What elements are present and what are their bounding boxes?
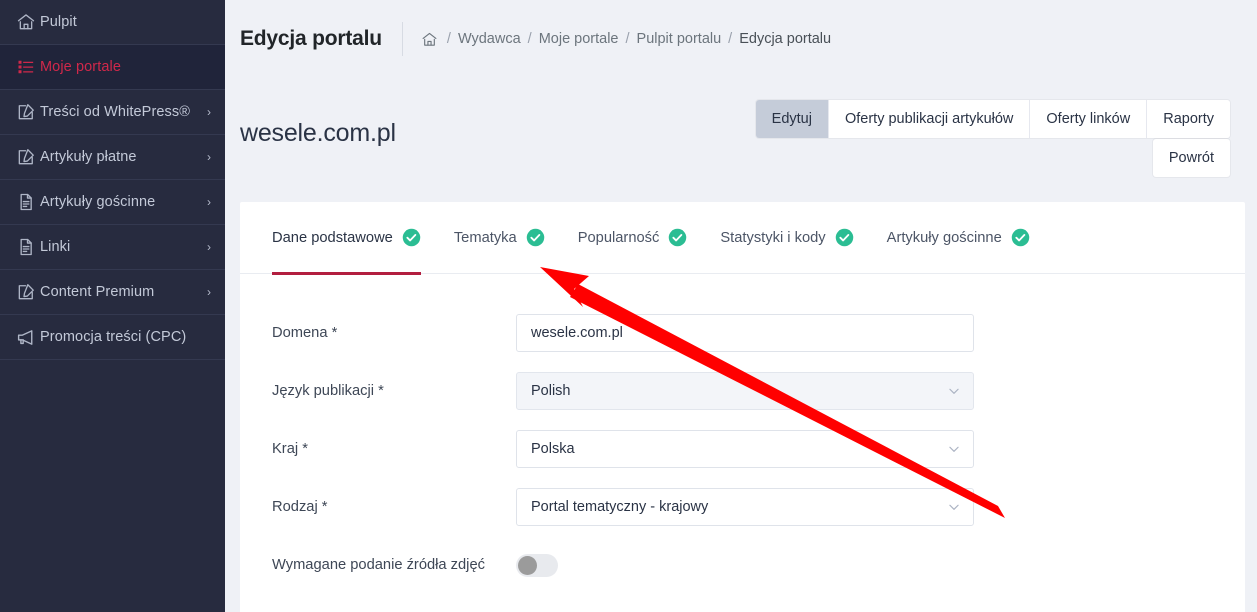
tab-label: Artykuły gościnne [886, 229, 1002, 246]
field-label-domena: Domena * [272, 325, 338, 341]
select-value: Polish [531, 383, 571, 399]
chevron-right-icon: › [207, 195, 211, 209]
sidebar-item-label: Treści od WhitePress® [40, 104, 191, 120]
megaphone-icon [16, 326, 40, 348]
chevron-right-icon: › [207, 285, 211, 299]
tab-label: Dane podstawowe [272, 229, 393, 246]
tab-artykuly-goscinne[interactable]: Artykuły gościnne [887, 202, 1030, 274]
tab-label: Tematyka [453, 229, 517, 246]
portal-name: wesele.com.pl [240, 119, 396, 147]
tab-popularnosc[interactable]: Popularność [578, 202, 688, 274]
sidebar-item-pulpit[interactable]: Pulpit [0, 0, 225, 45]
wymagane-zrodla-zdjec-toggle[interactable] [516, 553, 558, 577]
header-divider [401, 22, 403, 56]
tab-active-underline [272, 271, 421, 275]
check-circle-icon [402, 228, 421, 247]
chevron-right-icon: › [207, 105, 211, 119]
chevron-right-icon: › [207, 150, 211, 164]
portal-actions-group: Edytuj Oferty publikacji artykułów Ofert… [755, 100, 1230, 138]
toggle-knob [518, 555, 537, 575]
sidebar-item-label: Moje portale [40, 59, 121, 75]
tab-oferty-linkow-button[interactable]: Oferty linków [1030, 100, 1148, 138]
sidebar-item-content-premium[interactable]: Content Premium › [0, 270, 225, 315]
home-icon[interactable] [421, 31, 438, 48]
portal-actions-secondary: Powrót [1152, 139, 1230, 177]
select-value: Polska [531, 441, 575, 457]
sidebar-item-label: Content Premium [40, 284, 155, 300]
breadcrumb-separator: / [625, 31, 630, 47]
select-value: Portal tematyczny - krajowy [531, 499, 709, 515]
sidebar-item-label: Pulpit [40, 14, 77, 30]
main-content: Edycja portalu / Wydawca / Moje portale … [225, 0, 1257, 612]
edit-doc-icon [16, 281, 40, 303]
rodzaj-select[interactable]: Portal tematyczny - krajowy [516, 488, 974, 526]
tab-oferty-publikacji-button[interactable]: Oferty publikacji artykułów [828, 100, 1031, 138]
chevron-down-icon [947, 384, 961, 398]
portal-form: Domena * Język publikacji * Polish [240, 274, 1245, 594]
jezyk-publikacji-select[interactable]: Polish [516, 372, 974, 410]
breadcrumb-separator: / [446, 31, 451, 47]
edit-doc-icon [16, 146, 40, 168]
sidebar-item-label: Artykuły płatne [40, 149, 137, 165]
sidebar-item-artykuly-platne[interactable]: Artykuły płatne › [0, 135, 225, 180]
form-row-kraj: Kraj * Polska [272, 420, 1245, 478]
sidebar-item-label: Promocja treści (CPC) [40, 329, 187, 345]
check-circle-icon [526, 228, 545, 247]
breadcrumb: / Wydawca / Moje portale / Pulpit portal… [421, 31, 831, 48]
form-row-wymagane-zrodla-zdjec: Wymagane podanie źródła zdjęć [272, 536, 1245, 594]
page-title: Edycja portalu [240, 27, 382, 50]
tab-label: Statystyki i kody [720, 229, 826, 246]
tab-label: Popularność [577, 229, 660, 246]
sidebar-item-artykuly-goscinne[interactable]: Artykuły gościnne › [0, 180, 225, 225]
tab-edytuj-button[interactable]: Edytuj [755, 100, 829, 138]
field-label-jezyk-publikacji: Język publikacji * [272, 383, 384, 399]
domena-input[interactable] [516, 314, 974, 352]
home-icon [16, 11, 40, 33]
chevron-down-icon [947, 442, 961, 456]
breadcrumb-item-moje-portale[interactable]: Moje portale [539, 31, 619, 47]
form-tabs: Dane podstawowe Tematyka Popularność Sta… [240, 202, 1245, 275]
tab-statystyki-i-kody[interactable]: Statystyki i kody [720, 202, 853, 274]
document-icon [16, 236, 40, 258]
chevron-down-icon [947, 500, 961, 514]
breadcrumb-item-edycja-portalu: Edycja portalu [739, 31, 832, 47]
check-circle-icon [1011, 228, 1030, 247]
sidebar: Pulpit Moje portale Treści od WhitePress… [0, 0, 225, 612]
document-icon [16, 191, 40, 213]
page-header: Edycja portalu / Wydawca / Moje portale … [225, 0, 1257, 78]
list-icon [16, 56, 40, 78]
edit-portal-card: Dane podstawowe Tematyka Popularność Sta… [240, 202, 1245, 612]
tab-tematyka[interactable]: Tematyka [454, 202, 545, 274]
breadcrumb-separator: / [728, 31, 733, 47]
check-circle-icon [668, 228, 687, 247]
form-row-rodzaj: Rodzaj * Portal tematyczny - krajowy [272, 478, 1245, 536]
form-row-domena: Domena * [272, 304, 1245, 362]
sidebar-item-tresci-od-whitepress[interactable]: Treści od WhitePress® › [0, 90, 225, 135]
chevron-right-icon: › [207, 240, 211, 254]
breadcrumb-item-pulpit-portalu[interactable]: Pulpit portalu [637, 31, 722, 47]
sidebar-item-linki[interactable]: Linki › [0, 225, 225, 270]
check-circle-icon [835, 228, 854, 247]
field-label-rodzaj: Rodzaj * [272, 499, 328, 515]
powrot-button[interactable]: Powrót [1152, 139, 1230, 177]
sidebar-item-moje-portale[interactable]: Moje portale [0, 45, 225, 90]
field-label-kraj: Kraj * [272, 441, 308, 457]
form-row-jezyk-publikacji: Język publikacji * Polish [272, 362, 1245, 420]
breadcrumb-item-wydawca[interactable]: Wydawca [458, 31, 521, 47]
sidebar-item-label: Artykuły gościnne [40, 194, 156, 210]
tab-dane-podstawowe[interactable]: Dane podstawowe [272, 202, 421, 275]
tab-raporty-button[interactable]: Raporty [1147, 100, 1230, 138]
sidebar-item-promocja-tresci-cpc[interactable]: Promocja treści (CPC) [0, 315, 225, 360]
sidebar-item-label: Linki [40, 239, 71, 255]
portal-header: wesele.com.pl Edytuj Oferty publikacji a… [225, 78, 1257, 202]
breadcrumb-separator: / [527, 31, 532, 47]
edit-doc-icon [16, 101, 40, 123]
field-label-wymagane-zrodla-zdjec: Wymagane podanie źródła zdjęć [272, 557, 485, 573]
kraj-select[interactable]: Polska [516, 430, 974, 468]
